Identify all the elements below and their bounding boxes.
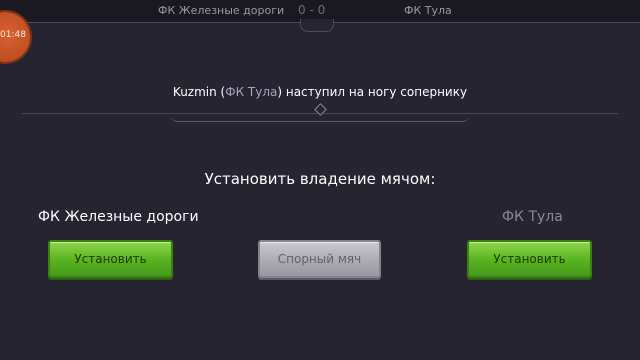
set-home-possession-button[interactable]: Установить [48,240,173,278]
event-team: ФК Тула [225,85,278,99]
event-action: наступил на ногу сопернику [285,85,468,99]
event-message: Kuzmin (ФК Тула) наступил на ногу соперн… [172,85,468,99]
possession-prompt: Установить владение мячом: [204,170,436,188]
event-panel: Kuzmin (ФК Тула) наступил на ногу соперн… [22,25,618,114]
top-score: 0 - 0 [298,3,326,17]
jump-ball-button[interactable]: Спорный мяч [258,240,381,278]
top-away-team: ФК Тула [404,4,452,17]
event-player: Kuzmin [172,85,217,99]
away-team-name: ФК Тула [502,209,563,225]
home-team-name: ФК Железные дороги [38,209,199,225]
top-home-team: ФК Железные дороги [158,4,285,17]
set-away-possession-button[interactable]: Установить [467,240,592,278]
set-home-label: Установить [74,252,147,266]
jump-ball-label: Спорный мяч [277,252,362,266]
set-away-label: Установить [493,252,566,266]
